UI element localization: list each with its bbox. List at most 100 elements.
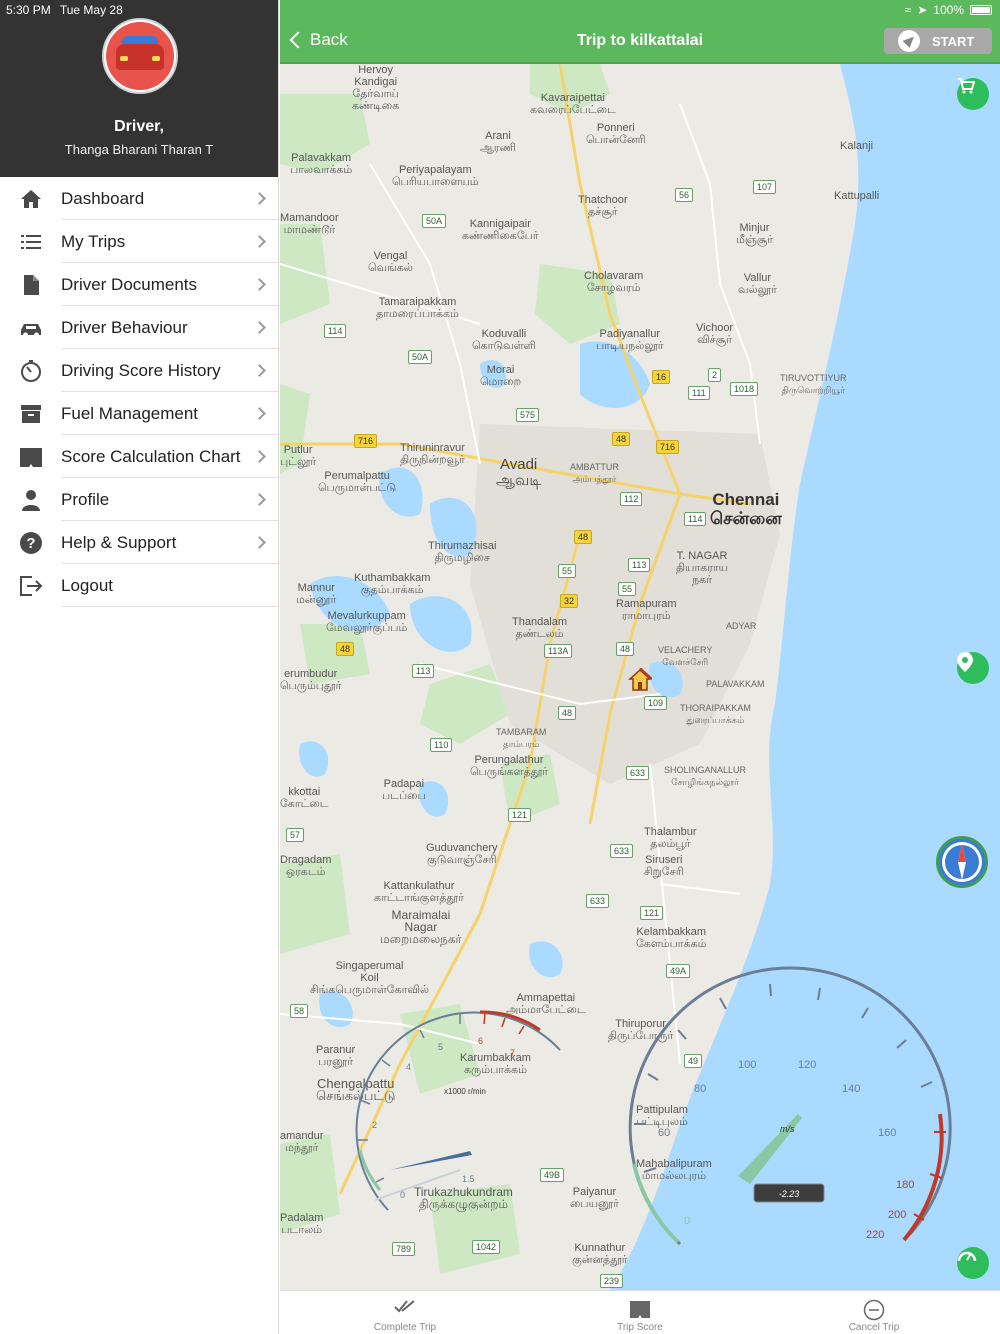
map-label: Mannur மன்னூர் xyxy=(296,582,337,606)
sidebar: Driver, Thanga Bharani Tharan T Dashboar… xyxy=(0,0,279,1334)
map-label: Cholavaram சோழவரம் xyxy=(584,270,644,294)
tab-label: Cancel Trip xyxy=(848,1322,900,1333)
speedometer-button[interactable] xyxy=(957,1247,989,1279)
route-shield: 633 xyxy=(610,844,634,858)
list-icon xyxy=(18,229,44,255)
map-label: Chennai சென்னை xyxy=(710,490,782,528)
map-label: Thirumazhisai திருமழிசை xyxy=(428,540,497,564)
sidebar-item-my-trips[interactable]: My Trips xyxy=(0,220,278,263)
start-button[interactable]: START xyxy=(884,28,992,54)
route-shield: 48 xyxy=(612,432,631,446)
map-view[interactable]: Hervoy Kandigai தேர்வாய் கண்டிகை Kavaraipet… xyxy=(280,64,1000,1290)
tab-label: Complete Trip xyxy=(373,1322,437,1333)
status-left: 5:30 PM Tue May 28 xyxy=(6,3,129,17)
location-pin-button[interactable] xyxy=(957,652,989,684)
status-bar: 5:30 PM Tue May 28 ≈ ➤ 100% xyxy=(0,0,1000,20)
sidebar-item-label: Profile xyxy=(61,489,110,509)
map-label: Kalanji xyxy=(840,140,874,152)
route-shield: 58 xyxy=(290,1004,309,1018)
map-label: Minjur மீஞ்சூர் xyxy=(736,222,773,246)
rpm-gauge: 0 1.5 2 4 5 6 7 x1000 r/min xyxy=(355,1010,561,1211)
svg-text:?: ? xyxy=(26,535,35,552)
route-shield: 1042 xyxy=(472,1240,501,1254)
location-arrow-icon: ➤ xyxy=(917,3,928,17)
map-label: Arani ஆரணி xyxy=(480,130,516,154)
route-shield: 2 xyxy=(708,368,722,382)
home-marker-icon[interactable] xyxy=(628,668,652,692)
route-shield: 633 xyxy=(586,894,610,908)
route-shield: 114 xyxy=(324,324,347,338)
route-shield: 113 xyxy=(412,664,435,678)
profile-role: Driver, xyxy=(114,118,164,135)
speed-tick: 100 xyxy=(738,1059,756,1071)
sidebar-item-driving-score-history[interactable]: Driving Score History xyxy=(0,349,278,392)
sidebar-item-driver-documents[interactable]: Driver Documents xyxy=(0,263,278,306)
sidebar-item-score-calculation-chart[interactable]: Score Calculation Chart xyxy=(0,435,278,478)
route-shield: 32 xyxy=(560,594,579,608)
sidebar-item-help-support[interactable]: ? Help & Support xyxy=(0,521,278,564)
check-icon xyxy=(394,1299,416,1319)
map-label: Perumalpattu பெருமாள்பட்டு xyxy=(318,470,397,494)
sidebar-item-logout[interactable]: Logout xyxy=(0,564,278,607)
sidebar-menu: Dashboard My Trips Driver Documents Driv… xyxy=(0,177,278,607)
route-shield: 50A xyxy=(422,214,447,228)
compass-icon xyxy=(942,842,982,882)
book-icon xyxy=(629,1299,651,1319)
compass-button[interactable] xyxy=(936,836,988,888)
map-label: Putlur புட்லூர் xyxy=(280,444,317,468)
wifi-icon: ≈ xyxy=(904,3,912,17)
speed-tick: 80 xyxy=(694,1083,706,1095)
battery-percent: 100% xyxy=(933,3,964,17)
cart-button[interactable] xyxy=(957,78,989,110)
map-label: Morai மொறை xyxy=(480,364,522,388)
sidebar-item-label: Fuel Management xyxy=(61,403,199,423)
route-shield: 110 xyxy=(430,738,453,752)
chevron-left-icon xyxy=(289,31,307,49)
map-label: kkottai கோட்டை xyxy=(280,786,329,810)
sidebar-item-label: Dashboard xyxy=(61,188,145,208)
map-label: Thiruninravur திருநின்றவூர் xyxy=(400,442,465,466)
tab-trip-score[interactable]: Trip Score xyxy=(560,1291,720,1334)
car-icon xyxy=(18,315,44,341)
map-label: Padalam படாலம் xyxy=(280,1212,324,1236)
map-label: Mamandoor மாமண்டூர் xyxy=(280,212,339,236)
route-shield: 121 xyxy=(508,808,532,822)
map-label: Kelambakkam கேளம்பாக்கம் xyxy=(636,926,707,950)
map-label: Thatchoor தச்சூர் xyxy=(578,194,628,218)
speed-tick: 220 xyxy=(866,1229,884,1241)
sidebar-item-fuel-management[interactable]: Fuel Management xyxy=(0,392,278,435)
back-label: Back xyxy=(310,30,348,49)
route-shield: 107 xyxy=(753,180,777,194)
avatar[interactable] xyxy=(102,18,178,94)
status-right: ≈ ➤ 100% xyxy=(905,3,992,17)
map-label: Maraimalai Nagar மறைமலைநகர் xyxy=(380,908,462,946)
route-shield: 575 xyxy=(516,408,540,422)
chevron-right-icon xyxy=(253,493,266,506)
sidebar-item-dashboard[interactable]: Dashboard xyxy=(0,177,278,220)
sidebar-item-profile[interactable]: Profile xyxy=(0,478,278,521)
chevron-right-icon xyxy=(253,278,266,291)
tab-complete-trip[interactable]: Complete Trip xyxy=(325,1291,485,1334)
speed-unit: m/s xyxy=(780,1124,795,1134)
chevron-right-icon xyxy=(253,235,266,248)
route-shield: 48 xyxy=(336,642,355,656)
tab-cancel-trip[interactable]: Cancel Trip xyxy=(794,1291,954,1334)
map-label: Dragadam ஒரகடம் xyxy=(280,854,332,878)
sidebar-item-label: Logout xyxy=(61,575,113,595)
chevron-right-icon xyxy=(253,407,266,420)
back-button[interactable]: Back xyxy=(289,30,348,50)
sidebar-item-label: Driving Score History xyxy=(61,360,221,380)
map-label: Padapai படப்பை xyxy=(382,778,426,802)
speed-tick: 120 xyxy=(798,1059,816,1071)
map-label: Perungalathur பெருங்களத்தூர் xyxy=(470,754,549,778)
sidebar-item-driver-behaviour[interactable]: Driver Behaviour xyxy=(0,306,278,349)
sidebar-item-label: Help & Support xyxy=(61,532,177,552)
route-shield: 716 xyxy=(354,434,378,448)
car-avatar-icon xyxy=(106,22,174,90)
speed-tick: 140 xyxy=(842,1083,860,1095)
archive-icon xyxy=(18,401,44,427)
status-time: 5:30 PM xyxy=(6,3,51,17)
map-label: Hervoy Kandigai தேர்வாய் கண்டிகை xyxy=(352,64,400,112)
map-label: TAMBARAM தாம்பரம் xyxy=(496,727,547,749)
route-shield: 16 xyxy=(652,370,671,384)
